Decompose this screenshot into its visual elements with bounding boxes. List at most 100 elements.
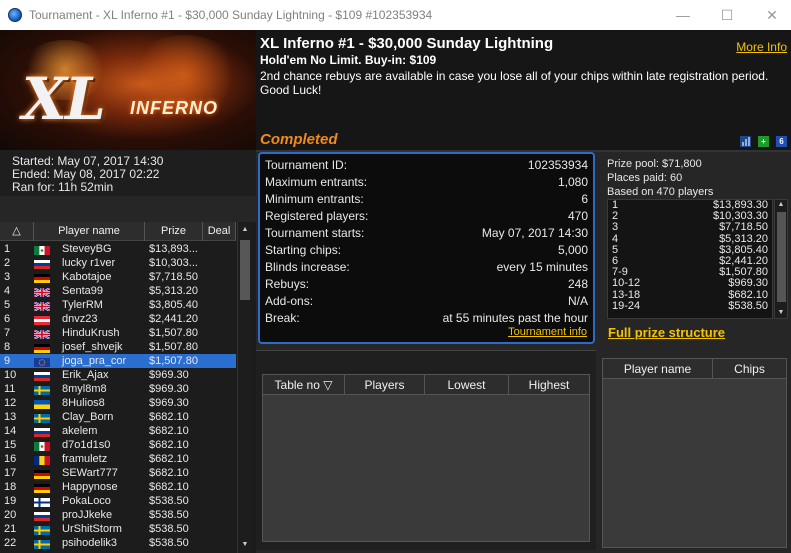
player-row[interactable]: 14 akelem $682.10 <box>0 424 236 438</box>
player-row[interactable]: 18 Happynose $682.10 <box>0 480 236 494</box>
player-name: Happynose <box>62 481 118 493</box>
player-rank: 16 <box>4 453 17 465</box>
country-flag-icon <box>34 273 50 283</box>
chips-column[interactable]: Chips <box>713 359 786 379</box>
tournament-banner: XL INFERNO <box>0 30 256 150</box>
plus-icon[interactable]: + <box>758 136 769 147</box>
banner-logo-subtitle: INFERNO <box>130 98 218 118</box>
player-row[interactable]: 3 Kabotajoe $7,718.50 <box>0 270 236 284</box>
player-prize: $1,507.80 <box>149 341 198 353</box>
prize-row: 13-18 $682.10 <box>608 289 772 301</box>
player-row[interactable]: 22 psihodelik3 $538.50 <box>0 536 236 550</box>
player-name: PokaLoco <box>62 495 111 507</box>
places-paid: Places paid: 60 <box>607 172 683 184</box>
minimize-button[interactable]: — <box>668 4 698 26</box>
country-flag-icon <box>34 455 50 465</box>
close-button[interactable]: ✕ <box>757 4 787 26</box>
country-flag-icon <box>34 525 50 535</box>
deal-column[interactable]: Deal <box>203 222 236 241</box>
player-row[interactable]: 1 SteveyBG $13,893... <box>0 242 236 256</box>
player-row[interactable]: 11 8myl8m8 $969.30 <box>0 382 236 396</box>
players-column[interactable]: Players <box>345 375 425 395</box>
player-row[interactable]: 4 Senta99 $5,313.20 <box>0 284 236 298</box>
detail-label: Minimum entrants: <box>265 192 364 206</box>
player-row[interactable]: 13 Clay_Born $682.10 <box>0 410 236 424</box>
lowest-column[interactable]: Lowest <box>425 375 509 395</box>
country-flag-icon <box>34 511 50 521</box>
player-row[interactable]: 17 SEWart777 $682.10 <box>0 466 236 480</box>
detail-label: Rebuys: <box>265 277 310 291</box>
scroll-up-icon[interactable]: ▲ <box>239 224 251 236</box>
detail-label: Starting chips: <box>265 243 342 257</box>
player-prize: $969.30 <box>149 369 189 381</box>
based-on-players: Based on 470 players <box>607 186 714 198</box>
detail-value: May 07, 2017 14:30 <box>481 226 588 240</box>
detail-value: at 55 minutes past the hour <box>442 311 588 325</box>
scroll-thumb[interactable] <box>240 240 250 300</box>
player-name: akelem <box>62 425 98 437</box>
country-flag-icon <box>33 287 51 298</box>
prize-scrollbar[interactable]: ▲ ▼ <box>774 199 788 319</box>
six-icon[interactable]: 6 <box>776 136 787 147</box>
prize-column[interactable]: Prize <box>145 222 203 241</box>
player-rank: 10 <box>4 369 17 381</box>
window-title: Tournament - XL Inferno #1 - $30,000 Sun… <box>29 8 433 22</box>
tournament-details: Tournament ID: 102353934 Maximum entrants:… <box>258 152 595 344</box>
tournament-description: 2nd chance rebuys are available in case … <box>260 69 769 97</box>
scroll-up-icon[interactable]: ▲ <box>775 200 787 210</box>
full-prize-structure-link[interactable]: Full prize structure <box>608 325 725 340</box>
player-row[interactable]: 12 8Hulios8 $969.30 <box>0 396 236 410</box>
chips-player-name-column[interactable]: Player name <box>603 359 713 379</box>
player-prize: $682.10 <box>149 481 189 493</box>
player-rank: 7 <box>4 327 11 339</box>
detail-row: Minimum entrants: 6 <box>265 192 588 209</box>
player-rank: 3 <box>4 271 11 283</box>
tournament-info-link[interactable]: Tournament info <box>508 326 587 338</box>
prize-amount: $5,313.20 <box>719 232 768 245</box>
player-row[interactable]: 10 Erik_Ajax $969.30 <box>0 368 236 382</box>
scroll-down-icon[interactable]: ▼ <box>775 308 787 318</box>
scroll-thumb[interactable] <box>777 212 786 302</box>
country-flag-icon <box>34 497 50 507</box>
player-row[interactable]: 6 dnvz23 $2,441.20 <box>0 312 236 326</box>
player-row[interactable]: 5 TylerRM $3,805.40 <box>0 298 236 312</box>
player-row[interactable]: 7 HinduKrush $1,507.80 <box>0 326 236 340</box>
player-name: UrShitStorm <box>62 523 122 535</box>
player-rank: 6 <box>4 313 11 325</box>
tournament-status: Completed <box>260 131 338 148</box>
player-name: lucky r1ver <box>62 257 116 269</box>
player-row[interactable]: 16 framuletz $682.10 <box>0 452 236 466</box>
bar-chart-icon[interactable] <box>740 136 751 147</box>
player-list-scrollbar[interactable]: ▲ ▼ <box>237 222 252 553</box>
player-row[interactable]: 21 UrShitStorm $538.50 <box>0 522 236 536</box>
country-flag-icon <box>34 259 50 269</box>
player-name: josef_shvejk <box>62 341 123 353</box>
highest-column[interactable]: Highest <box>509 375 589 395</box>
scroll-down-icon[interactable]: ▼ <box>239 539 251 551</box>
prize-amount: $538.50 <box>728 299 768 312</box>
detail-label: Blinds increase: <box>265 260 350 274</box>
chips-grid: Player name Chips <box>602 358 787 548</box>
player-row[interactable]: 15 d7o1d1s0 $682.10 <box>0 438 236 452</box>
player-row[interactable]: 9 joga_pra_cor $1,507.80 <box>0 354 236 368</box>
player-row[interactable]: 19 PokaLoco $538.50 <box>0 494 236 508</box>
player-row[interactable]: 2 lucky r1ver $10,303... <box>0 256 236 270</box>
maximize-button[interactable]: ☐ <box>712 4 742 26</box>
player-prize: $7,718.50 <box>149 271 198 283</box>
player-rank: 15 <box>4 439 17 451</box>
table-no-column[interactable]: Table no ▽ <box>263 375 345 395</box>
sort-rank-column[interactable]: △ <box>0 222 34 241</box>
prize-place: 10-12 <box>612 277 641 290</box>
player-row[interactable]: 8 josef_shvejk $1,507.80 <box>0 340 236 354</box>
player-rank: 2 <box>4 257 11 269</box>
player-row[interactable]: 20 proJJkeke $538.50 <box>0 508 236 522</box>
prize-place: 19-24 <box>612 299 641 312</box>
player-name-column[interactable]: Player name <box>34 222 145 241</box>
country-flag-icon <box>34 399 50 409</box>
player-name: joga_pra_cor <box>62 355 127 367</box>
more-info-link[interactable]: More Info <box>736 40 787 54</box>
detail-value: 6 <box>581 192 588 206</box>
player-name: psihodelik3 <box>62 537 118 549</box>
player-name: proJJkeke <box>62 509 113 521</box>
player-name: Kabotajoe <box>62 271 112 283</box>
